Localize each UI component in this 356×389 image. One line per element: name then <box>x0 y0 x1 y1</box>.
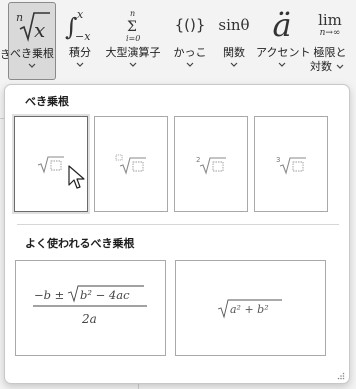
section-title-radicals: べき乗根 <box>25 95 69 108</box>
svg-text:x: x <box>77 8 84 21</box>
integral-icon: ∫ x −x <box>60 6 100 44</box>
svg-text:2: 2 <box>196 156 200 164</box>
chevron-down-icon <box>168 62 212 70</box>
svg-text:x: x <box>34 18 45 42</box>
chevron-down-icon <box>214 62 254 70</box>
svg-text:b² − 4ac: b² − 4ac <box>80 288 130 302</box>
large-operator-label: 大型演算子 <box>105 46 161 59</box>
svg-text:n: n <box>130 9 135 18</box>
svg-text:−x: −x <box>75 30 91 43</box>
section-divider <box>17 224 339 225</box>
svg-text:n: n <box>16 11 23 24</box>
integral-label: 積分 <box>69 46 91 59</box>
svg-text:−b ±: −b ± <box>34 288 64 302</box>
function-icon: sinθ <box>218 16 250 34</box>
nth-root-icon <box>95 117 167 211</box>
summation-icon: n Σ i=0 <box>102 6 164 44</box>
mouse-pointer-icon <box>68 165 85 189</box>
large-operator-button[interactable]: n Σ i=0 大型演算子 <box>102 2 164 80</box>
svg-text:a² + b²: a² + b² <box>230 303 269 316</box>
svg-text:3: 3 <box>276 156 280 164</box>
square-root-icon <box>15 117 87 211</box>
chevron-down-icon <box>9 63 55 71</box>
equation-ribbon: き n x べき乗根 ∫ x −x 積分 n Σ i=0 大型演算子 {()} … <box>0 0 356 84</box>
pythagorean-root-tile[interactable]: a² + b² <box>175 260 326 356</box>
chevron-down-icon <box>60 62 100 70</box>
chevron-down-icon <box>256 62 308 70</box>
radical-label: べき乗根 <box>10 47 54 60</box>
section-title-common-radicals: よく使われるべき乗根 <box>25 237 135 250</box>
radical-gallery-panel: べき乗根 2 3 よく使われるべき乗根 −b ± b² − 4ac 2a a² … <box>4 84 350 384</box>
cube-root-icon: 3 <box>255 117 327 211</box>
function-button[interactable]: sinθ 関数 <box>214 2 254 80</box>
radical-square-root-tile[interactable] <box>14 116 88 212</box>
function-label: 関数 <box>223 46 245 59</box>
radical-icon: n x <box>9 7 55 45</box>
square-root-2-icon: 2 <box>175 117 247 211</box>
chevron-down-icon <box>336 64 344 72</box>
limit-log-label-2: 対数 <box>310 60 332 73</box>
bracket-icon: {()} <box>174 16 206 34</box>
resize-grip-icon[interactable] <box>337 372 345 380</box>
accent-label: アクセント <box>256 46 311 59</box>
svg-text:2a: 2a <box>81 312 97 326</box>
background-line <box>138 384 139 389</box>
integral-button[interactable]: ∫ x −x 積分 <box>60 2 100 80</box>
svg-text:Σ: Σ <box>127 19 137 35</box>
quadratic-formula-tile[interactable]: −b ± b² − 4ac 2a <box>15 260 166 356</box>
cube-root-tile[interactable]: 3 <box>254 116 328 212</box>
limit-log-label: 極限と <box>313 46 347 59</box>
bracket-button[interactable]: {()} かっこ <box>168 2 212 80</box>
limit-icon: lim n→∞ <box>318 11 342 38</box>
square-root-degree-2-tile[interactable]: 2 <box>174 116 248 212</box>
radical-with-degree-tile[interactable] <box>94 116 168 212</box>
svg-text:i=0: i=0 <box>126 34 140 43</box>
radical-button[interactable]: n x べき乗根 <box>8 2 56 80</box>
bracket-label: かっこ <box>173 46 207 59</box>
accent-button[interactable]: ä アクセント <box>256 2 311 80</box>
quadratic-formula: −b ± b² − 4ac 2a <box>16 261 165 355</box>
accent-icon: ä <box>272 6 292 44</box>
pythagorean-root: a² + b² <box>176 261 325 355</box>
chevron-down-icon <box>102 62 164 70</box>
limit-log-button[interactable]: lim n→∞ 極限と 対数 <box>308 2 352 80</box>
